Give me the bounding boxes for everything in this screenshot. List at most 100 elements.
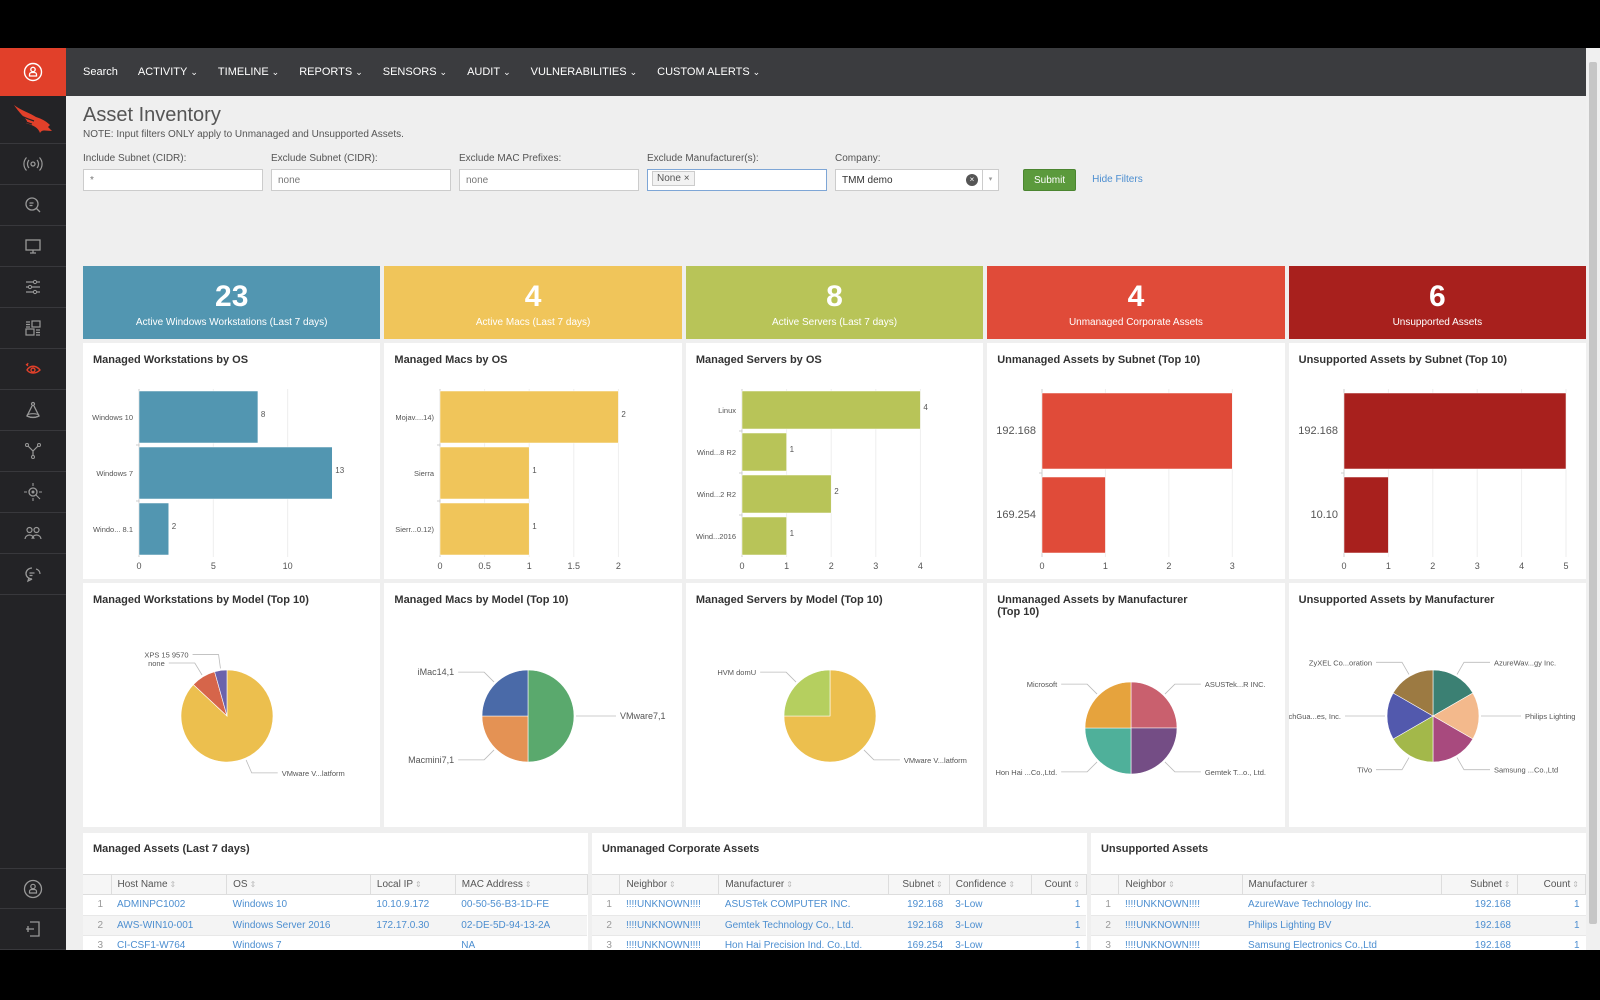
sidebar-item-broadcast[interactable] <box>0 144 66 185</box>
nav-audit[interactable]: AUDIT ⌄ <box>467 66 511 78</box>
sidebar-item-target[interactable] <box>0 472 66 513</box>
table-cell[interactable]: 3-Low <box>949 915 1032 936</box>
column-header[interactable]: Subnet ⇕ <box>888 874 950 895</box>
table-cell[interactable]: 00-50-56-B3-1D-FE <box>455 894 588 916</box>
exclude-subnet-input[interactable]: none <box>271 169 451 191</box>
table-cell[interactable]: 3-Low <box>949 894 1032 916</box>
column-header[interactable]: Neighbor ⇕ <box>1118 874 1243 895</box>
bar[interactable] <box>440 390 620 444</box>
table-cell[interactable]: 10.10.9.172 <box>370 894 456 916</box>
table-cell[interactable]: 192.168 <box>888 894 950 916</box>
table-cell[interactable]: Windows 7 <box>226 935 371 950</box>
pie-slice[interactable] <box>528 669 575 763</box>
sidebar-item-flask[interactable] <box>0 390 66 431</box>
sidebar-item-sliders[interactable] <box>0 267 66 308</box>
table-cell[interactable]: !!!!UNKNOWN!!!! <box>1118 915 1243 936</box>
table-row[interactable]: 3 !!!!UNKNOWN!!!! Samsung Electronics Co.,… <box>1090 935 1586 950</box>
sidebar-logout-button[interactable] <box>0 909 66 950</box>
column-header[interactable]: Manufacturer ⇕ <box>718 874 890 895</box>
tag-remove-icon[interactable]: × <box>684 173 690 184</box>
bar[interactable] <box>1041 476 1106 554</box>
bar[interactable] <box>138 446 333 500</box>
bar[interactable] <box>440 446 530 500</box>
table-cell[interactable]: 1 <box>1031 915 1087 936</box>
kpi-tile[interactable]: 6 Unsupported Assets <box>1288 266 1587 339</box>
bar[interactable] <box>741 390 921 430</box>
table-cell[interactable] <box>370 935 456 950</box>
table-cell[interactable]: 1 <box>1031 894 1087 916</box>
table-cell[interactable]: Windows 10 <box>226 894 371 916</box>
table-row[interactable]: 2 !!!!UNKNOWN!!!! Gemtek Technology Co., L… <box>591 915 1087 936</box>
kpi-tile[interactable]: 8 Active Servers (Last 7 days) <box>685 266 984 339</box>
bar[interactable] <box>1343 392 1566 470</box>
table-cell[interactable]: 02-DE-5D-94-13-2A <box>455 915 588 936</box>
bar[interactable] <box>741 516 787 556</box>
hide-filters-link[interactable]: Hide Filters <box>1092 169 1143 191</box>
column-header[interactable]: Local IP ⇕ <box>370 874 456 895</box>
exclude-mac-input[interactable]: none <box>459 169 639 191</box>
table-cell[interactable]: CI-CSF1-W764 <box>111 935 227 950</box>
bar[interactable] <box>440 502 530 556</box>
nav-search[interactable]: Search <box>83 66 118 78</box>
column-header[interactable]: Confidence ⇕ <box>949 874 1032 895</box>
kpi-tile[interactable]: 23 Active Windows Workstations (Last 7 da… <box>83 266 381 339</box>
table-cell[interactable]: 192.168 <box>1441 894 1517 916</box>
table-cell[interactable]: Gemtek Technology Co., Ltd. <box>718 915 889 936</box>
column-header[interactable]: MAC Address ⇕ <box>455 874 588 895</box>
table-cell[interactable]: 1 <box>1517 894 1586 916</box>
bar[interactable] <box>741 474 832 514</box>
table-row[interactable]: 2 AWS-WIN10-001 Windows Server 2016 172.17.… <box>83 915 588 936</box>
bar[interactable] <box>138 390 259 444</box>
kpi-tile[interactable]: 4 Unmanaged Corporate Assets <box>987 266 1285 339</box>
table-cell[interactable]: Philips Lighting BV <box>1242 915 1442 936</box>
nav-timeline[interactable]: TIMELINE ⌄ <box>218 66 279 78</box>
table-cell[interactable]: AWS-WIN10-001 <box>111 915 227 936</box>
table-cell[interactable]: 1 <box>1031 935 1087 950</box>
page-scrollbar[interactable] <box>1586 48 1600 950</box>
table-cell[interactable]: NA <box>455 935 588 950</box>
kpi-tile[interactable]: 4 Active Macs (Last 7 days) <box>384 266 682 339</box>
sidebar-user-button[interactable] <box>0 48 66 96</box>
column-header[interactable]: OS ⇕ <box>226 874 371 895</box>
table-cell[interactable]: !!!!UNKNOWN!!!! <box>1118 935 1243 950</box>
table-cell[interactable]: ASUSTek COMPUTER INC. <box>718 894 889 916</box>
bar[interactable] <box>1343 476 1389 554</box>
sidebar-item-users[interactable] <box>0 513 66 554</box>
bar[interactable] <box>741 432 787 472</box>
exclude-manufacturer-input[interactable]: None × <box>647 169 827 191</box>
nav-custom-alerts[interactable]: CUSTOM ALERTS ⌄ <box>657 66 760 78</box>
sidebar-item-chat[interactable] <box>0 554 66 595</box>
submit-button[interactable]: Submit <box>1023 169 1077 191</box>
nav-vulnerabilities[interactable]: VULNERABILITIES ⌄ <box>531 66 638 78</box>
table-row[interactable]: 3 CI-CSF1-W764 Windows 7 NA <box>83 935 588 950</box>
table-cell[interactable]: 192.168 <box>888 915 950 936</box>
bar[interactable] <box>138 502 169 556</box>
nav-activity[interactable]: ACTIVITY ⌄ <box>138 66 198 78</box>
company-select[interactable]: TMM demo × ▾ <box>835 169 999 191</box>
table-cell[interactable]: 3-Low <box>949 935 1032 950</box>
nav-reports[interactable]: REPORTS ⌄ <box>299 66 363 78</box>
table-cell[interactable]: 1 <box>1517 935 1586 950</box>
table-cell[interactable]: 1 <box>1517 915 1586 936</box>
falcon-logo[interactable] <box>0 96 66 144</box>
chevron-down-icon[interactable]: ▾ <box>982 170 998 190</box>
clear-icon[interactable]: × <box>966 174 978 186</box>
column-header[interactable]: Neighbor ⇕ <box>619 874 720 895</box>
table-row[interactable]: 3 !!!!UNKNOWN!!!! Hon Hai Precision Ind. C… <box>591 935 1087 950</box>
column-header[interactable]: Host Name ⇕ <box>111 874 228 895</box>
sidebar-item-search-detections[interactable] <box>0 185 66 226</box>
column-header[interactable]: Manufacturer ⇕ <box>1242 874 1442 895</box>
column-header[interactable]: Subnet ⇕ <box>1441 874 1518 895</box>
table-cell[interactable]: !!!!UNKNOWN!!!! <box>619 915 719 936</box>
nav-sensors[interactable]: SENSORS ⌄ <box>383 66 447 78</box>
table-cell[interactable]: !!!!UNKNOWN!!!! <box>619 894 719 916</box>
table-row[interactable]: 1 !!!!UNKNOWN!!!! AzureWave Technology Inc… <box>1090 894 1586 916</box>
table-cell[interactable]: ADMINPC1002 <box>111 894 227 916</box>
table-cell[interactable]: 192.168 <box>1441 915 1517 936</box>
scrollbar-thumb[interactable] <box>1589 62 1597 924</box>
sidebar-item-dashboard[interactable] <box>0 308 66 349</box>
bar[interactable] <box>1041 392 1233 470</box>
table-cell[interactable]: 192.168 <box>1441 935 1517 950</box>
table-cell[interactable]: Hon Hai Precision Ind. Co.,Ltd. <box>718 935 889 950</box>
column-header[interactable]: Count ⇕ <box>1031 874 1087 895</box>
